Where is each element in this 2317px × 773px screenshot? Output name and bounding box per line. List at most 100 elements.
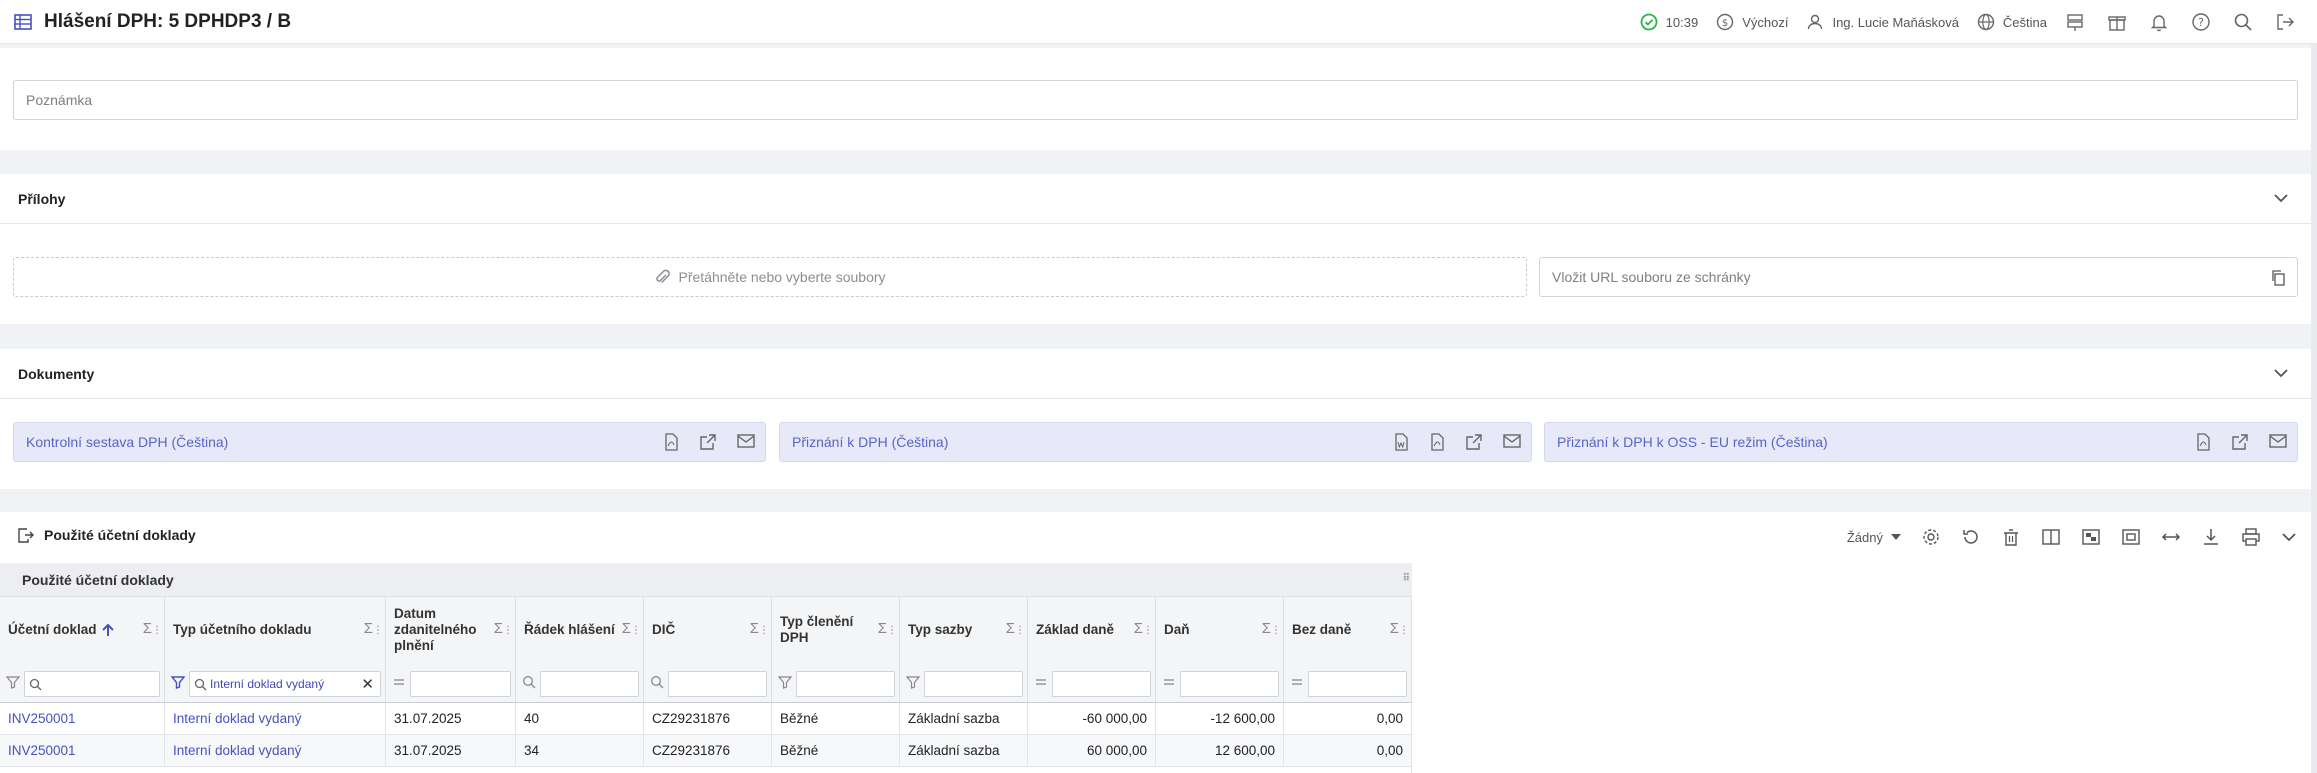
fit-icon[interactable] <box>2121 527 2141 547</box>
sum-icon[interactable]: Σ <box>750 621 759 637</box>
filter-input[interactable] <box>668 671 767 697</box>
email-icon[interactable] <box>2269 433 2287 451</box>
col-header-typ-dokladu[interactable]: Typ účetního dokladu Σ ⋮ <box>165 597 386 663</box>
attachments-header[interactable]: Přílohy <box>0 174 2311 224</box>
file-dropzone[interactable]: Přetáhněte nebo vyberte soubory <box>13 257 1527 297</box>
filter-input[interactable] <box>796 671 895 697</box>
col-header-radek-hlaseni[interactable]: Řádek hlášení Σ ⋮ <box>516 597 644 663</box>
col-header-typ-sazby[interactable]: Typ sazby Σ ⋮ <box>900 597 1028 663</box>
drag-handle-icon[interactable]: ⋮ <box>503 623 513 639</box>
open-external-icon[interactable] <box>699 433 717 451</box>
filter-input[interactable] <box>1308 671 1407 697</box>
search-icon[interactable] <box>522 675 536 689</box>
delete-icon[interactable] <box>2001 527 2021 547</box>
filter-input[interactable] <box>1180 671 1279 697</box>
cell-ucetni-doklad[interactable]: INV250001 <box>0 703 165 735</box>
drag-handle-icon[interactable]: ⋮ <box>1399 623 1409 639</box>
undo-icon[interactable] <box>1961 527 1981 547</box>
filter-input[interactable] <box>1052 671 1151 697</box>
filter-icon[interactable] <box>778 675 792 689</box>
drag-handle-icon[interactable]: ⋮ <box>1015 623 1025 639</box>
col-header-bez-dane[interactable]: Bez daně Σ ⋮ <box>1284 597 1412 663</box>
sum-icon[interactable]: Σ <box>1390 621 1399 637</box>
download-icon[interactable] <box>2201 527 2221 547</box>
chevron-down-icon[interactable] <box>2273 192 2289 204</box>
status-time[interactable]: 10:39 <box>1640 13 1698 31</box>
drag-handle-icon[interactable]: ⋮ <box>631 623 641 639</box>
columns-icon[interactable] <box>2041 527 2061 547</box>
user-menu[interactable]: Ing. Lucie Maňásková <box>1806 13 1959 31</box>
open-external-icon[interactable] <box>1465 433 1483 451</box>
email-icon[interactable] <box>737 433 755 451</box>
sum-icon[interactable]: Σ <box>622 621 631 637</box>
search-icon[interactable] <box>650 675 664 689</box>
settings-icon[interactable] <box>1921 527 1941 547</box>
drag-handle-icon[interactable]: ⋮ <box>373 623 383 639</box>
col-header-ucetni-doklad[interactable]: Účetní doklad Σ ⋮ <box>0 597 165 663</box>
sort-ascending-icon[interactable] <box>101 623 115 637</box>
filter-input[interactable] <box>540 671 639 697</box>
col-header-dan[interactable]: Daň Σ ⋮ <box>1156 597 1284 663</box>
email-icon[interactable] <box>1503 433 1521 451</box>
layout-icon[interactable] <box>2081 527 2101 547</box>
sum-icon[interactable]: Σ <box>494 621 503 637</box>
sum-icon[interactable]: Σ <box>878 621 887 637</box>
url-input[interactable]: Vložit URL souboru ze schránky <box>1539 257 2298 297</box>
col-header-typ-cleneni[interactable]: Typ členění DPH Σ ⋮ <box>772 597 900 663</box>
print-icon[interactable] <box>2241 527 2261 547</box>
filter-input[interactable]: Interní doklad vydaný ✕ <box>189 671 381 697</box>
drag-handle-icon[interactable]: ⋮ <box>1143 623 1153 639</box>
filter-input[interactable] <box>924 671 1023 697</box>
sum-icon[interactable]: Σ <box>1262 621 1271 637</box>
pdf-icon[interactable] <box>2195 433 2211 451</box>
equals-icon[interactable] <box>1034 675 1048 689</box>
signpost-icon[interactable] <box>2065 12 2085 32</box>
col-header-dic[interactable]: DIČ Σ ⋮ <box>644 597 772 663</box>
page-scrollbar[interactable] <box>2311 44 2317 773</box>
logout-icon[interactable] <box>2275 12 2295 32</box>
chevron-down-icon[interactable] <box>2281 531 2297 543</box>
clear-icon[interactable]: ✕ <box>361 675 374 693</box>
filter-icon[interactable] <box>6 675 20 689</box>
cell-typ-dokladu[interactable]: Interní doklad vydaný <box>165 735 386 767</box>
chevron-down-icon[interactable] <box>2273 367 2289 379</box>
open-external-icon[interactable] <box>2231 433 2249 451</box>
drag-handle-icon[interactable]: ⋮ <box>1271 623 1281 639</box>
search-icon[interactable] <box>2233 12 2253 32</box>
view-select[interactable]: Žádný <box>1847 530 1901 545</box>
note-input[interactable]: Poznámka <box>13 80 2298 120</box>
cell-ucetni-doklad[interactable]: INV250001 <box>0 735 165 767</box>
gift-icon[interactable] <box>2107 12 2127 32</box>
currency-selector[interactable]: $ Výchozí <box>1716 13 1788 31</box>
equals-icon[interactable] <box>1290 675 1304 689</box>
sum-icon[interactable]: Σ <box>364 621 373 637</box>
cell-typ-dokladu[interactable]: Interní doklad vydaný <box>165 703 386 735</box>
document-priznani-dph-oss[interactable]: Přiznání k DPH k OSS - EU režim (Čeština… <box>1544 422 2298 462</box>
expand-width-icon[interactable] <box>2161 527 2181 547</box>
col-header-zaklad-dane[interactable]: Základ daně Σ ⋮ <box>1028 597 1156 663</box>
drag-handle-icon[interactable]: ⋮ <box>152 623 162 639</box>
drag-handle-icon[interactable]: ⋮ <box>887 623 897 639</box>
bell-icon[interactable] <box>2149 12 2169 32</box>
drag-handle-icon[interactable]: ⋮ <box>759 623 769 639</box>
documents-header[interactable]: Dokumenty <box>0 349 2311 399</box>
filter-input[interactable] <box>24 671 160 697</box>
grip-icon[interactable]: ⠿ <box>1403 573 1410 584</box>
equals-icon[interactable] <box>392 675 406 689</box>
filter-input[interactable] <box>410 671 511 697</box>
pdf-icon[interactable] <box>1429 433 1445 451</box>
col-header-datum[interactable]: Datum zdanitelného plnění Σ ⋮ <box>386 597 516 663</box>
language-selector[interactable]: Čeština <box>1977 13 2047 31</box>
document-priznani-dph[interactable]: Přiznání k DPH (Čeština) <box>779 422 1532 462</box>
filter-icon[interactable] <box>906 675 920 689</box>
copy-icon[interactable] <box>2271 270 2285 286</box>
word-icon[interactable] <box>1393 433 1409 451</box>
help-icon[interactable]: ? <box>2191 12 2211 32</box>
sum-icon[interactable]: Σ <box>1006 621 1015 637</box>
sum-icon[interactable]: Σ <box>143 621 152 637</box>
document-kontrolni-sestava[interactable]: Kontrolní sestava DPH (Čeština) <box>13 422 766 462</box>
pdf-icon[interactable] <box>663 433 679 451</box>
sum-icon[interactable]: Σ <box>1134 621 1143 637</box>
filter-active-icon[interactable] <box>171 675 185 689</box>
equals-icon[interactable] <box>1162 675 1176 689</box>
